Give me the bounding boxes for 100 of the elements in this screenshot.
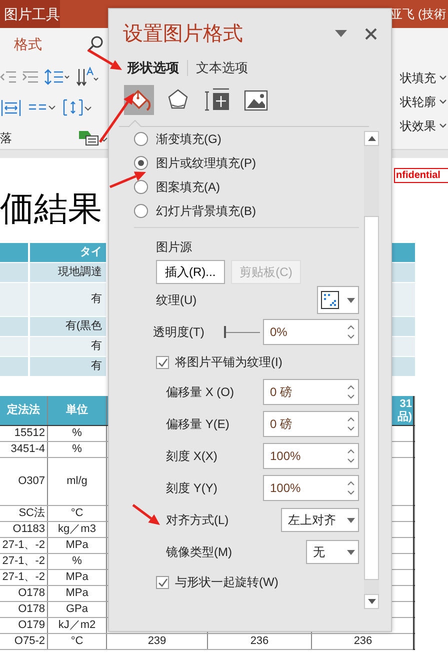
table-cell: kJ／m2 — [58, 619, 96, 631]
checkbox[interactable] — [156, 356, 169, 368]
setting-label: 偏移量 X (O) — [166, 384, 234, 401]
caret-icon[interactable] — [439, 75, 448, 81]
table-cell: °C — [70, 507, 84, 519]
scroll-down-button[interactable] — [364, 594, 379, 609]
table-cell: 27-1、-2 — [2, 555, 45, 567]
distribute-icon[interactable] — [0, 98, 22, 116]
radio-label[interactable]: 渐变填充(G) — [156, 130, 222, 148]
table-cell: 239 — [148, 635, 166, 647]
group-label: 落 — [0, 130, 12, 147]
texture-picker[interactable] — [317, 286, 359, 314]
table-cell: O179 — [18, 619, 45, 631]
table-cell: kg／m3 — [58, 523, 96, 535]
caret-icon — [347, 298, 355, 302]
radio-label[interactable]: 图片或纹理填充(P) — [156, 154, 256, 172]
column-header: 定法法 — [6, 404, 41, 417]
table-cell: % — [72, 555, 82, 567]
picture-icon — [244, 88, 268, 112]
tool-tab[interactable]: 图片工具 — [0, 0, 60, 28]
spinner-arrows-icon[interactable] — [347, 481, 355, 495]
align-text-icon[interactable] — [62, 98, 92, 118]
caret-icon — [347, 518, 355, 522]
setting-label: 透明度(T) — [153, 324, 204, 341]
table-cell-text: 有(黒色 — [65, 319, 102, 334]
spinner-field[interactable]: 0 磅 — [263, 411, 359, 437]
setting-label: 偏移量 Y(E) — [166, 416, 230, 433]
spinner-field[interactable]: 100% — [263, 443, 359, 469]
slide-title: 価結果 — [0, 189, 102, 230]
setting-label: 刻度 Y(Y) — [166, 480, 218, 497]
caret-icon — [347, 550, 355, 554]
setting-label: 镜像类型(M) — [166, 544, 232, 561]
shape-command[interactable]: 状填充 — [400, 66, 436, 90]
table-cell: °C — [70, 635, 84, 647]
column-header: 品) — [397, 410, 412, 424]
close-icon[interactable] — [365, 28, 377, 40]
radio-button[interactable] — [134, 156, 148, 170]
spinner-field[interactable]: 0 磅 — [263, 379, 359, 405]
checkbox[interactable] — [156, 576, 169, 588]
setting-label: 纹理(U) — [156, 292, 197, 309]
setting-label: 刻度 X(X) — [166, 448, 218, 465]
radio-label[interactable]: 图案填充(A) — [156, 178, 220, 196]
annotation-arrow — [110, 172, 146, 188]
table-cell-text: 有 — [91, 359, 102, 374]
caret-icon[interactable] — [439, 123, 448, 129]
checkbox-label[interactable]: 与形状一起旋转(W) — [175, 573, 278, 591]
check-icon — [158, 358, 168, 366]
scroll-up-button[interactable] — [364, 131, 379, 146]
pane-title: 设置图片格式 — [123, 22, 243, 47]
checkbox-label[interactable]: 将图片平铺为纹理(I) — [175, 353, 282, 371]
annotation-arrow — [132, 504, 160, 525]
spinner-arrows-icon[interactable] — [347, 325, 355, 339]
spinner-arrows-icon[interactable] — [347, 417, 355, 431]
increase-indent-icon[interactable] — [22, 69, 38, 85]
section-heading: 图片源 — [155, 239, 193, 256]
table-cell: % — [72, 427, 82, 439]
table-cell: O178 — [18, 587, 45, 599]
radio-button[interactable] — [134, 180, 148, 194]
text-direction-icon[interactable] — [76, 66, 100, 88]
table-cell: MPa — [66, 587, 88, 599]
shape-command[interactable]: 状轮廓 — [400, 90, 436, 114]
table-cell: MPa — [66, 539, 88, 551]
texture-swatch-icon — [321, 291, 339, 309]
pane-tab[interactable]: 文本选项 — [188, 59, 256, 77]
spinner-arrows-icon[interactable] — [347, 385, 355, 399]
user-name: 亚飞 (技術 — [390, 6, 447, 23]
transparency-field[interactable]: 0% — [263, 319, 359, 345]
ribbon-tab[interactable]: 格式 — [0, 28, 56, 60]
column-header: タイ — [80, 245, 102, 260]
spinner-field[interactable]: 100% — [263, 475, 359, 501]
dropdown-field[interactable]: 无 — [306, 540, 359, 564]
table-cell-text: 現地調達 — [58, 264, 102, 280]
scrollbar-thumb[interactable] — [364, 216, 379, 580]
spinner-arrows-icon[interactable] — [347, 449, 355, 463]
table-cell: % — [72, 443, 82, 455]
table-cell: O307 — [18, 475, 45, 487]
shape-command[interactable]: 状效果 — [400, 114, 436, 138]
radio-label[interactable]: 幻灯片背景填充(B) — [156, 202, 256, 220]
line-spacing-icon[interactable] — [44, 68, 70, 86]
table-cell: ml/g — [66, 475, 88, 487]
source-button[interactable]: 插入(R)... — [156, 260, 225, 284]
dropdown-field[interactable]: 左上对齐 — [281, 508, 359, 532]
pane-tab[interactable]: 形状选项 — [119, 59, 187, 77]
pane-icon-tab[interactable] — [124, 85, 154, 115]
radio-button[interactable] — [134, 132, 148, 146]
annotation-arrow — [87, 48, 122, 70]
decrease-indent-icon[interactable] — [0, 69, 16, 85]
table-cell: 3451-4 — [10, 443, 45, 455]
up-arrow-icon — [368, 136, 376, 141]
setting-label: 对齐方式(L) — [166, 512, 229, 529]
down-arrow-icon — [368, 599, 376, 604]
dropdown-caret-icon[interactable] — [335, 30, 347, 38]
table-cell: O178 — [18, 603, 45, 615]
slider-track[interactable] — [224, 326, 260, 338]
caret-icon[interactable] — [439, 99, 448, 105]
search-icon[interactable] — [86, 35, 104, 53]
annotation-arrow — [98, 93, 134, 143]
table-cell: MPa — [66, 571, 88, 583]
table-cell: 27-1、-2 — [2, 539, 45, 551]
radio-button[interactable] — [134, 204, 148, 218]
